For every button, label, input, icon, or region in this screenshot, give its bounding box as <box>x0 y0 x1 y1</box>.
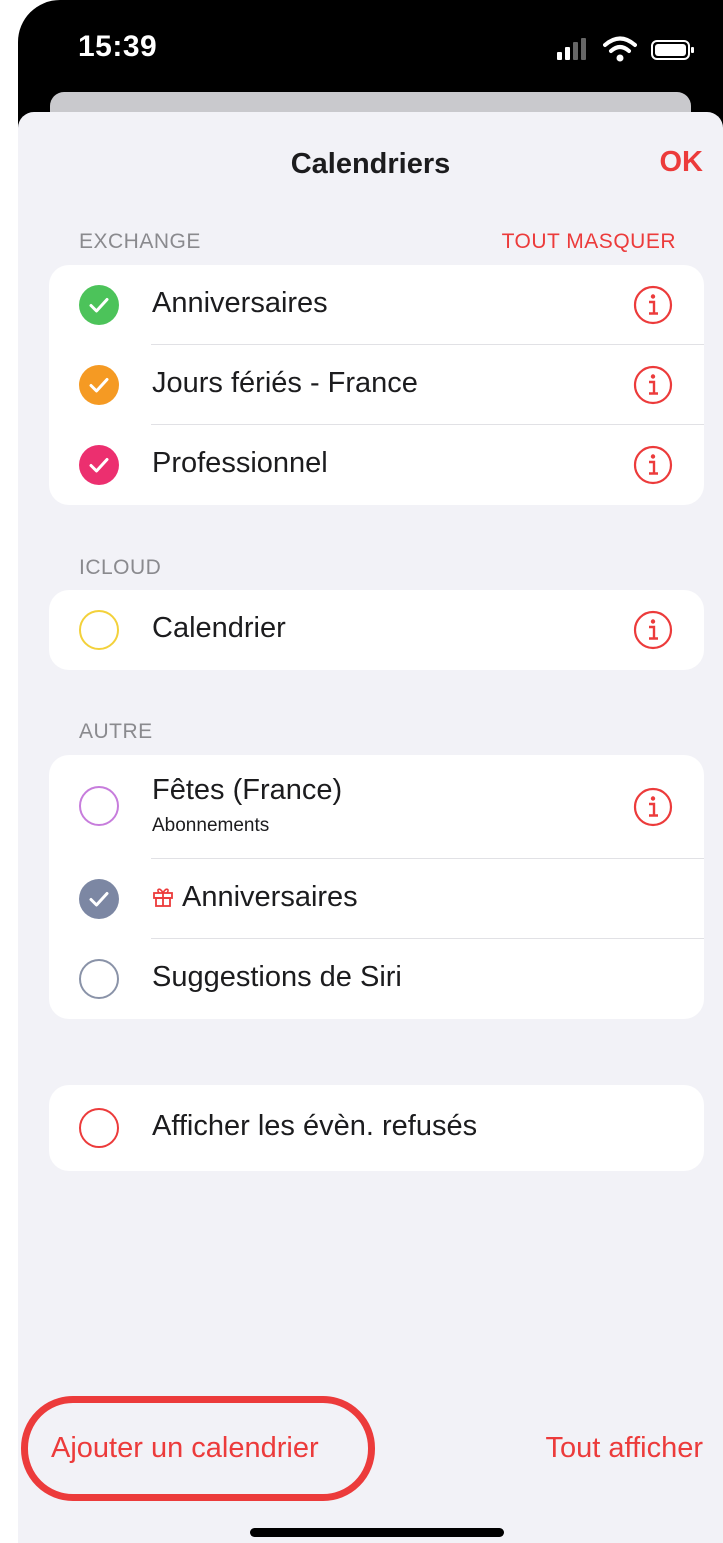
section-header-exchange: EXCHANGE <box>79 230 201 253</box>
calendar-label: Fêtes (France) <box>152 774 343 806</box>
wifi-icon <box>603 36 637 62</box>
unchecked-circle-icon[interactable] <box>79 786 119 826</box>
calendar-row-anniversaires-autre[interactable]: Anniversaires <box>49 859 704 939</box>
calendar-row-anniversaires[interactable]: Anniversaires <box>49 265 704 345</box>
status-bar: 15:39 <box>18 0 723 100</box>
calendar-row-calendrier[interactable]: Calendrier <box>49 590 704 670</box>
calendar-label: Anniversaires <box>152 287 328 319</box>
calendar-label: Anniversaires <box>182 881 358 913</box>
signal-icon <box>557 38 586 60</box>
calendar-row-suggestions-siri[interactable]: Suggestions de Siri <box>49 939 704 1019</box>
hide-all-button[interactable]: TOUT MASQUER <box>502 230 676 254</box>
gift-icon <box>153 888 173 907</box>
exchange-group: Anniversaires Jours fériés - France Prof… <box>49 265 704 505</box>
calendars-sheet: Calendriers OK EXCHANGE TOUT MASQUER Ann… <box>18 112 723 1543</box>
checked-circle-icon[interactable] <box>79 879 119 919</box>
checked-circle-icon[interactable] <box>79 285 119 325</box>
unchecked-circle-icon[interactable] <box>79 1108 119 1148</box>
info-icon[interactable] <box>632 609 674 651</box>
info-icon[interactable] <box>632 786 674 828</box>
show-declined-label: Afficher les évèn. refusés <box>152 1110 478 1142</box>
calendar-label: Professionnel <box>152 447 328 479</box>
info-icon[interactable] <box>632 444 674 486</box>
page-title: Calendriers <box>290 148 451 180</box>
calendar-label: Calendrier <box>152 612 286 644</box>
add-calendar-button[interactable]: Ajouter un calendrier <box>51 1432 319 1465</box>
autre-group: Fêtes (France) Abonnements Anniversaires… <box>49 755 704 1019</box>
calendar-row-jours-feries[interactable]: Jours fériés - France <box>49 345 704 425</box>
section-header-autre: AUTRE <box>79 720 153 743</box>
calendar-label-wrap: Anniversaires <box>152 881 358 914</box>
calendar-row-fetes[interactable]: Fêtes (France) Abonnements <box>49 755 704 859</box>
show-all-button[interactable]: Tout afficher <box>546 1432 703 1465</box>
calendar-row-professionnel[interactable]: Professionnel <box>49 425 704 505</box>
info-icon[interactable] <box>632 284 674 326</box>
icloud-group: Calendrier <box>49 590 704 670</box>
calendar-label: Jours fériés - France <box>152 367 418 399</box>
ok-button[interactable]: OK <box>660 146 704 179</box>
calendar-label: Suggestions de Siri <box>152 961 402 993</box>
unchecked-circle-icon[interactable] <box>79 959 119 999</box>
checked-circle-icon[interactable] <box>79 365 119 405</box>
status-time: 15:39 <box>78 30 158 63</box>
declined-group: Afficher les évèn. refusés <box>49 1085 704 1171</box>
show-declined-row[interactable]: Afficher les évèn. refusés <box>49 1085 704 1171</box>
info-icon[interactable] <box>632 364 674 406</box>
home-indicator[interactable] <box>250 1528 504 1537</box>
calendar-sublabel: Abonnements <box>152 815 270 836</box>
battery-icon <box>651 40 694 60</box>
checked-circle-icon[interactable] <box>79 445 119 485</box>
phone-screen: 15:39 Calendriers OK EXCHANGE TOUT MASQU… <box>18 0 723 1543</box>
unchecked-circle-icon[interactable] <box>79 610 119 650</box>
section-header-icloud: ICLOUD <box>79 556 162 579</box>
